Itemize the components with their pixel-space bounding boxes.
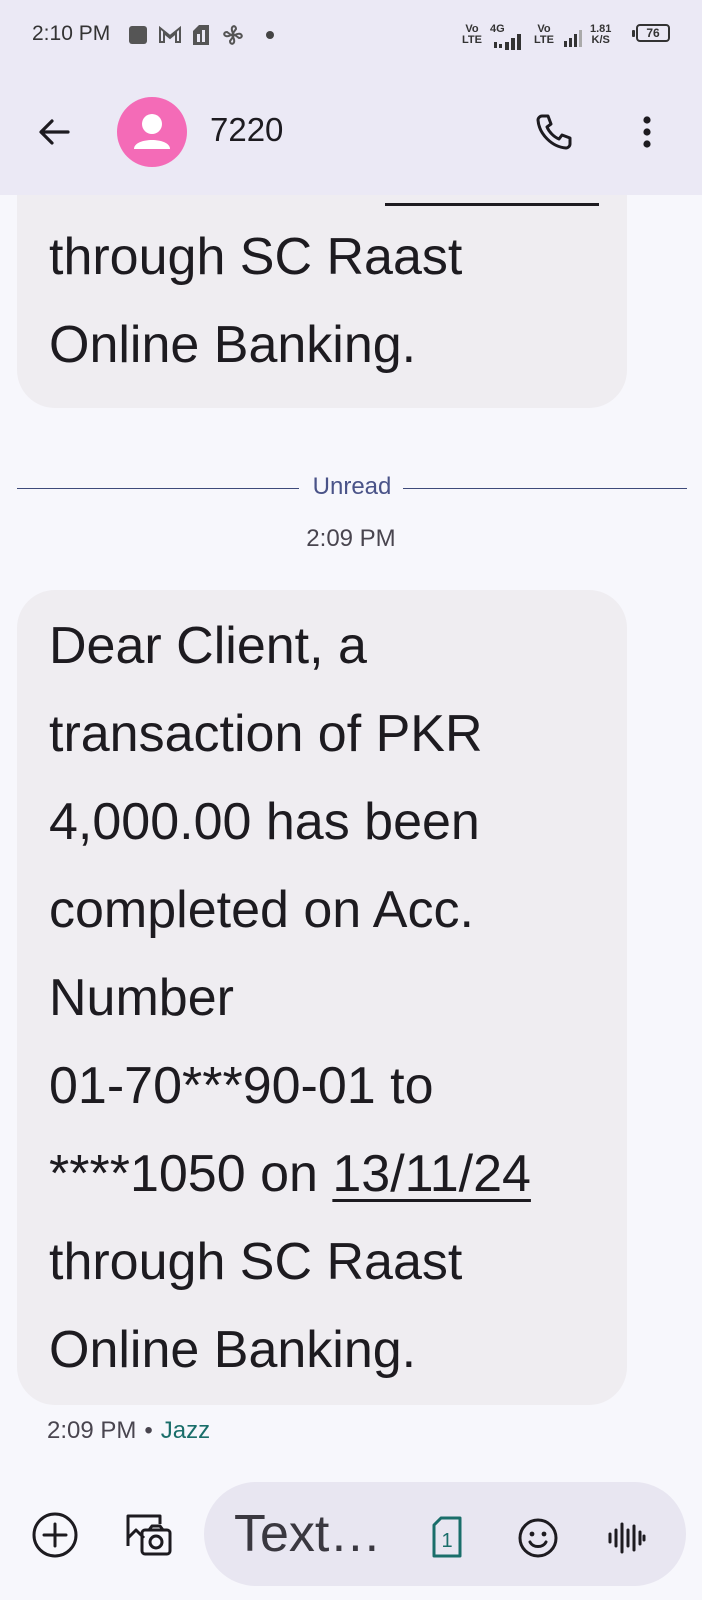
fan-icon (223, 25, 243, 45)
sim-card-icon: 1 (432, 1516, 462, 1558)
volte-indicator-1: Vo LTE (462, 24, 482, 46)
call-button[interactable] (530, 108, 578, 156)
message-text: through SC Raast Online Banking. (49, 228, 463, 374)
unread-divider: Unread (17, 473, 687, 503)
conversation-header: 7220 (0, 70, 702, 195)
volte-2-bottom: LTE (534, 34, 554, 46)
app-notification-icon (129, 26, 147, 44)
speed-unit: K/S (591, 34, 610, 46)
divider-line-right (403, 488, 687, 489)
message-bubble-previous[interactable]: through SC Raast Online Banking. (17, 195, 627, 408)
volte-1-bottom: LTE (462, 34, 482, 46)
sim-number: 1 (441, 1530, 452, 1552)
meta-time: 2:09 PM (47, 1417, 137, 1444)
carrier-label: Jazz (160, 1417, 211, 1444)
sim-select-button[interactable]: 1 (430, 1516, 464, 1558)
gallery-button[interactable] (122, 1508, 174, 1560)
composer-bar: Text… 1 (0, 1470, 702, 1600)
person-icon (134, 114, 170, 149)
message-timestamp: 2:09 PM (306, 525, 396, 552)
more-vert-icon (643, 116, 651, 148)
back-button[interactable] (30, 108, 78, 156)
message-bubble[interactable]: Dear Client, a transaction of PKR 4,000.… (17, 590, 627, 1405)
signal-2-icon (564, 30, 582, 47)
contact-name[interactable]: 7220 (210, 111, 283, 149)
volte-indicator-2: Vo LTE (534, 24, 554, 46)
voice-message-button[interactable] (604, 1516, 648, 1560)
message-meta: 2:09 PM • Jazz (47, 1417, 210, 1445)
status-bar: 2:10 PM Vo LTE 4G Vo LTE 1.81 K/S 76 (0, 0, 702, 70)
sim-toolkit-icon (193, 25, 209, 45)
battery-icon: 76 (632, 24, 670, 42)
gmail-icon (159, 25, 181, 43)
message-input-placeholder: Text… (234, 1505, 382, 1563)
emoji-icon (518, 1518, 558, 1558)
message-text-part-2: through SC Raast Online Banking. (49, 1233, 463, 1379)
date-link-underline (385, 203, 599, 206)
arrow-left-icon (39, 119, 70, 145)
message-text: Dear Client, a transaction of PKR 4,000.… (49, 602, 595, 1394)
status-time: 2:10 PM (32, 22, 111, 45)
gallery-camera-icon (126, 1514, 172, 1556)
unread-label: Unread (312, 473, 392, 500)
notification-dot (266, 31, 274, 39)
phone-icon (536, 114, 572, 150)
emoji-button[interactable] (516, 1516, 560, 1560)
message-text-part-1: Dear Client, a transaction of PKR 4,000.… (49, 617, 483, 1203)
voice-waveform-icon (608, 1522, 646, 1554)
add-attachment-button[interactable] (30, 1510, 80, 1560)
add-circle-icon (32, 1512, 78, 1558)
meta-separator: • (144, 1417, 153, 1444)
message-input[interactable]: Text… 1 (204, 1482, 686, 1586)
avatar[interactable] (117, 97, 187, 167)
signal-1-icon (494, 34, 521, 50)
date-link[interactable]: 13/11/24 (332, 1145, 531, 1203)
more-options-button[interactable] (623, 108, 671, 156)
network-speed: 1.81 K/S (590, 24, 611, 46)
